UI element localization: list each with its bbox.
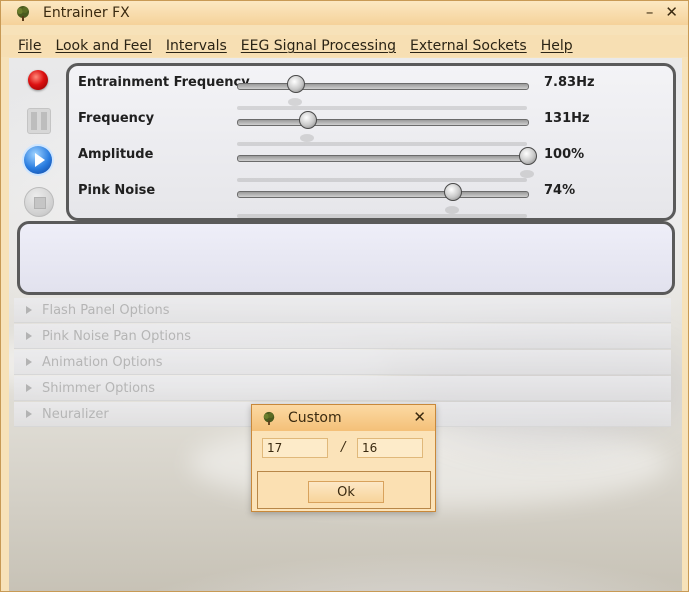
- menu-help[interactable]: Help: [541, 38, 573, 54]
- slider-label: Frequency: [78, 111, 155, 126]
- slider-knob[interactable]: [298, 111, 317, 129]
- slider-track[interactable]: [237, 191, 529, 198]
- slider-value: 131Hz: [544, 111, 590, 126]
- menu-look-and-feel[interactable]: Look and Feel: [55, 38, 151, 54]
- collapsible-label: Shimmer Options: [42, 380, 156, 396]
- expand-arrow-icon: [26, 410, 32, 418]
- denominator-field[interactable]: [357, 438, 423, 458]
- collapsible-label: Pink Noise Pan Options: [42, 328, 192, 344]
- slider-row-entrainment-frequency: Entrainment Frequency 7.83Hz: [69, 68, 669, 110]
- slider-knob[interactable]: [519, 147, 537, 165]
- custom-dialog: Custom ✕ / Ok: [251, 404, 436, 512]
- play-icon[interactable]: [24, 146, 52, 174]
- slider-row-frequency: Frequency 131Hz: [69, 104, 669, 146]
- collapsible-animation-options[interactable]: Animation Options: [14, 350, 671, 375]
- slider-knob-reflection: [444, 206, 459, 214]
- slider-value: 74%: [544, 183, 576, 198]
- title-bar: Entrainer FX – ✕: [1, 1, 688, 25]
- collapsible-pink-noise-pan-options[interactable]: Pink Noise Pan Options: [14, 324, 671, 349]
- tree-icon: [263, 411, 275, 425]
- collapsible-label: Flash Panel Options: [42, 302, 170, 318]
- pause-icon[interactable]: [27, 108, 51, 134]
- visual-display-panel: [17, 221, 675, 295]
- expand-arrow-icon: [26, 306, 32, 314]
- collapsible-flash-panel-options[interactable]: Flash Panel Options: [14, 298, 671, 323]
- slider-label: Amplitude: [78, 147, 154, 162]
- minimize-button[interactable]: –: [646, 3, 654, 21]
- menu-bar: File Look and Feel Intervals EEG Signal …: [1, 35, 688, 57]
- dialog-title: Custom: [288, 410, 342, 426]
- expand-arrow-icon: [26, 384, 32, 392]
- close-button[interactable]: ✕: [665, 3, 678, 21]
- slider-knob[interactable]: [443, 183, 462, 201]
- window-controls: – ✕: [646, 3, 678, 21]
- slider-knob[interactable]: [287, 75, 305, 93]
- ok-button[interactable]: Ok: [308, 481, 384, 503]
- collapsible-label: Animation Options: [42, 354, 163, 370]
- collapsible-label: Neuralizer: [42, 406, 109, 422]
- slider-label: Pink Noise: [78, 183, 156, 198]
- numerator-field[interactable]: [262, 438, 328, 458]
- record-icon[interactable]: [28, 70, 48, 90]
- fraction-separator: /: [341, 440, 346, 455]
- dialog-button-area: Ok: [257, 471, 431, 509]
- slider-value: 7.83Hz: [544, 75, 595, 90]
- menu-eeg-signal-processing[interactable]: EEG Signal Processing: [241, 38, 396, 54]
- expand-arrow-icon: [26, 358, 32, 366]
- main-window: Entrainer FX – ✕ File Look and Feel Inte…: [0, 0, 689, 592]
- slider-label: Entrainment Frequency: [78, 75, 250, 90]
- dialog-title-bar[interactable]: Custom ✕: [252, 405, 435, 431]
- window-title: Entrainer FX: [43, 5, 130, 21]
- collapsible-shimmer-options[interactable]: Shimmer Options: [14, 376, 671, 401]
- slider-panel: Entrainment Frequency 7.83Hz Frequency 1…: [66, 63, 676, 221]
- slider-track[interactable]: [237, 119, 529, 126]
- slider-reflection: [237, 214, 527, 218]
- menu-intervals[interactable]: Intervals: [166, 38, 227, 54]
- expand-arrow-icon: [26, 332, 32, 340]
- stop-icon[interactable]: [24, 187, 54, 217]
- dialog-close-button[interactable]: ✕: [413, 408, 426, 426]
- tree-icon: [17, 6, 29, 21]
- slider-row-amplitude: Amplitude 100%: [69, 140, 669, 182]
- slider-value: 100%: [544, 147, 585, 162]
- slider-track[interactable]: [237, 83, 529, 90]
- slider-track[interactable]: [237, 155, 529, 162]
- slider-row-pink-noise: Pink Noise 74%: [69, 176, 669, 218]
- menu-external-sockets[interactable]: External Sockets: [410, 38, 527, 54]
- menu-file[interactable]: File: [18, 38, 41, 54]
